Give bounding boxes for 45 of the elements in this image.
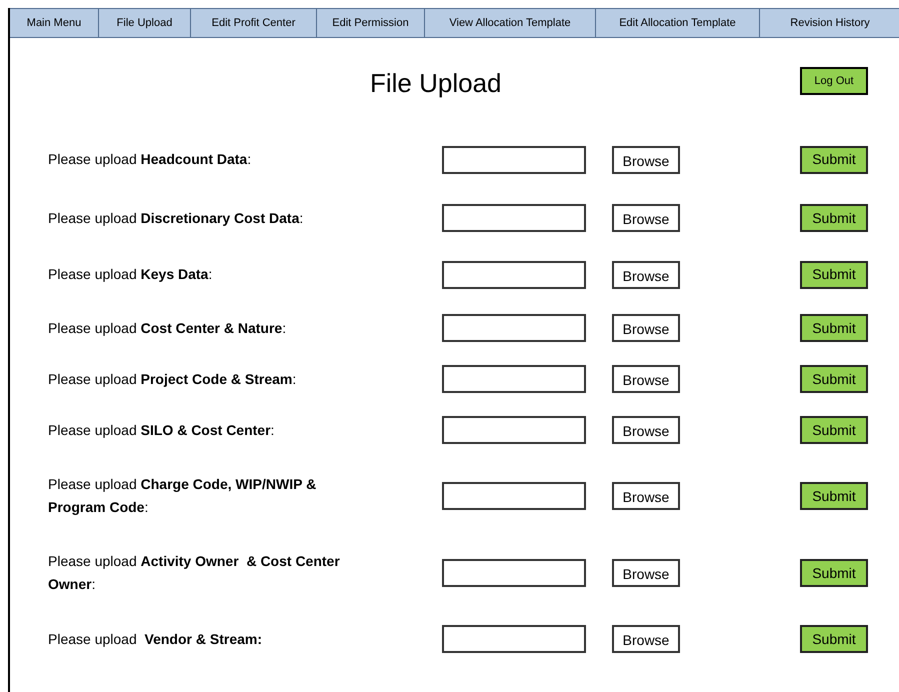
browse-button[interactable]: Browse <box>612 559 680 587</box>
file-path-field[interactable] <box>442 314 586 342</box>
file-path-field[interactable] <box>442 146 586 174</box>
submit-button[interactable]: Submit <box>800 416 868 444</box>
file-path-field[interactable] <box>442 625 586 653</box>
upload-label: Please upload Cost Center & Nature: <box>48 318 288 338</box>
logout-button[interactable]: Log Out <box>800 67 868 95</box>
file-path-field[interactable] <box>442 260 586 288</box>
nav-tab[interactable]: Edit Profit Center <box>191 9 317 37</box>
nav-tab[interactable]: Main Menu <box>10 9 99 37</box>
file-path-field[interactable] <box>442 559 586 587</box>
file-path-field[interactable] <box>442 416 586 444</box>
browse-button[interactable]: Browse <box>612 260 680 288</box>
file-path-field[interactable] <box>442 365 586 393</box>
browse-button[interactable]: Browse <box>612 482 680 510</box>
upload-label: Please upload SILO & Cost Center: <box>48 420 276 440</box>
nav-tab[interactable]: Edit Permission <box>317 9 425 37</box>
upload-label: Please upload Charge Code, WIP/NWIP & Program Code: <box>48 475 318 517</box>
browse-button[interactable]: Browse <box>612 314 680 342</box>
upload-label: Please upload Headcount Data: <box>48 150 252 169</box>
submit-button[interactable]: Submit <box>800 559 868 587</box>
submit-button[interactable]: Submit <box>800 365 868 393</box>
submit-button[interactable]: Submit <box>800 204 868 232</box>
upload-label: Please upload Vendor & Stream: <box>48 630 264 649</box>
upload-label: Please upload Discretionary Cost Data: <box>48 208 304 228</box>
upload-label: Please upload Project Code & Stream: <box>48 370 298 389</box>
page-title: File Upload <box>370 67 502 100</box>
upload-label: Please upload Keys Data: <box>48 265 214 284</box>
nav-tab[interactable]: Revision History <box>760 9 899 37</box>
submit-button[interactable]: Submit <box>800 482 868 510</box>
nav-tab[interactable]: Edit Allocation Template <box>596 9 760 37</box>
submit-button[interactable]: Submit <box>800 146 868 174</box>
nav-tab[interactable]: File Upload <box>99 9 191 37</box>
browse-button[interactable]: Browse <box>612 625 680 653</box>
submit-button[interactable]: Submit <box>800 260 868 288</box>
submit-button[interactable]: Submit <box>800 625 868 653</box>
file-path-field[interactable] <box>442 204 586 232</box>
browse-button[interactable]: Browse <box>612 416 680 444</box>
browse-button[interactable]: Browse <box>612 365 680 393</box>
submit-button[interactable]: Submit <box>800 314 868 342</box>
file-path-field[interactable] <box>442 482 586 510</box>
browse-button[interactable]: Browse <box>612 146 680 174</box>
upload-label: Please upload Activity Owner & Cost Center Owner: <box>48 552 341 594</box>
nav-tab[interactable]: View Allocation Template <box>425 9 596 37</box>
browse-button[interactable]: Browse <box>612 204 680 232</box>
